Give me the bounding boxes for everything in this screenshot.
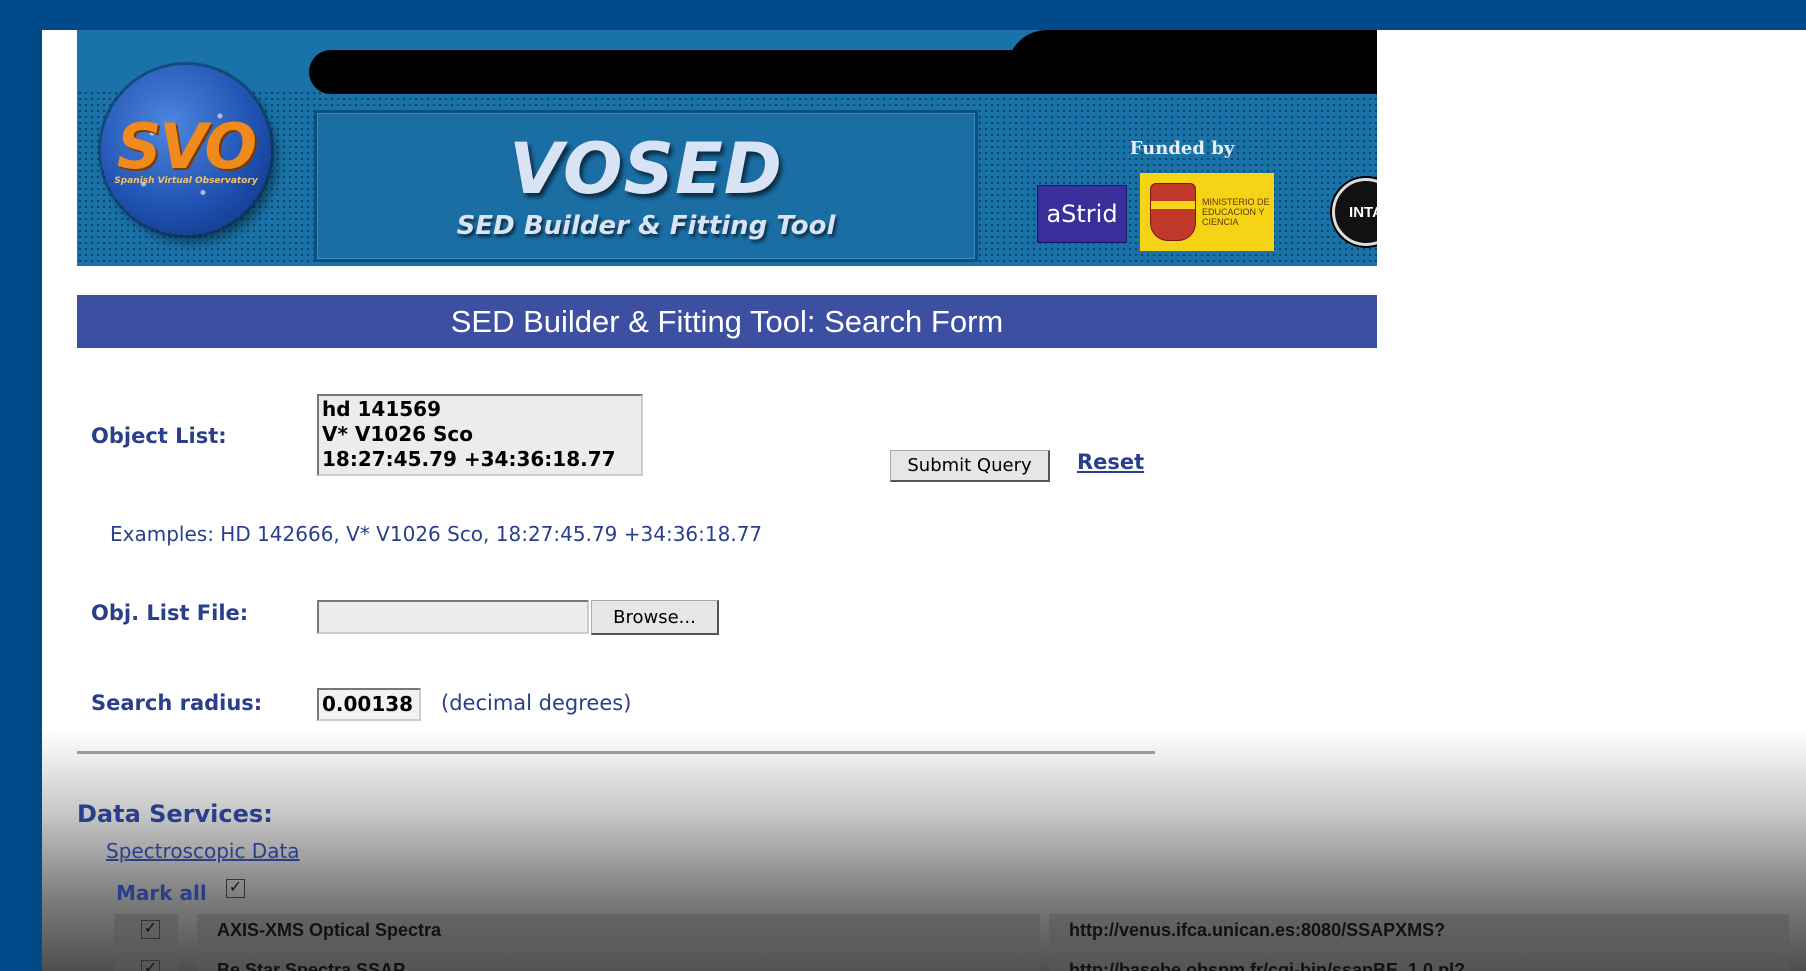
svo-logo-subtext: Spanish Virtual Observatory [114,176,258,186]
svo-logo-text: SVO [116,110,257,183]
spain-crest-icon [1150,183,1196,241]
table-row-name-cell: AXIS-XMS Optical Spectra [197,914,1040,946]
obj-list-file-input[interactable] [317,600,589,634]
search-radius-label: Search radius: [91,691,263,715]
funded-by-label: Funded by [1129,138,1235,159]
service-url: http://venus.ifca.unican.es:8080/SSAPXMS… [1069,919,1446,940]
page: SVO Spanish Virtual Observatory VOSED SE… [42,30,1806,971]
table-row-url-cell: http://basebe.obspm.fr/cgi-bin/ssapBE_1.… [1049,954,1789,971]
search-radius-input[interactable]: 0.00138 [317,688,421,721]
mark-all-checkbox[interactable]: ✓ [226,879,245,898]
search-radius-unit: (decimal degrees) [441,691,632,715]
examples-text: Examples: HD 142666, V* V1026 Sco, 18:27… [110,522,763,546]
service-name: Be Star Spectra SSAP [217,959,406,971]
app-subtitle: SED Builder & Fitting Tool [456,211,836,241]
reset-link[interactable]: Reset [1077,450,1144,474]
spectroscopic-data-link[interactable]: Spectroscopic Data [106,839,300,863]
divider [77,751,1155,754]
astrid-logo[interactable]: aStrid [1037,185,1127,243]
table-row-url-cell: http://venus.ifca.unican.es:8080/SSAPXMS… [1049,914,1789,946]
service-url: http://basebe.obspm.fr/cgi-bin/ssapBE_1.… [1069,959,1466,971]
table-row-checkbox-cell: ✓ [114,914,178,946]
table-row-checkbox-cell: ✓ [114,954,178,971]
title-box: VOSED SED Builder & Fitting Tool [314,110,978,262]
app-title: VOSED [509,128,783,210]
submit-query-button[interactable]: Submit Query [890,450,1050,482]
object-list-label: Object List: [91,424,227,448]
data-services-title: Data Services: [77,800,273,828]
browse-button[interactable]: Browse... [591,600,719,635]
section-title: SED Builder & Fitting Tool: Search Form [450,303,1004,339]
ministerio-logo-text: MINISTERIO DE EDUCACION Y CIENCIA [1202,197,1270,227]
object-list-textarea[interactable]: hd 141569 V* V1026 Sco 18:27:45.79 +34:3… [317,394,643,476]
section-title-bar: SED Builder & Fitting Tool: Search Form [77,295,1377,348]
obj-list-file-label: Obj. List File: [91,601,249,625]
banner-black-bar [309,50,1377,94]
inta-logo[interactable]: INTA [1332,178,1377,246]
header-banner: SVO Spanish Virtual Observatory VOSED SE… [77,30,1377,266]
ministerio-logo[interactable]: MINISTERIO DE EDUCACION Y CIENCIA [1140,173,1274,251]
table-row-name-cell: Be Star Spectra SSAP [197,954,1040,971]
mark-all-label: Mark all [116,881,207,905]
row-checkbox[interactable]: ✓ [141,960,160,971]
service-name: AXIS-XMS Optical Spectra [217,919,442,940]
svo-logo[interactable]: SVO Spanish Virtual Observatory [101,65,271,235]
row-checkbox[interactable]: ✓ [141,920,160,939]
